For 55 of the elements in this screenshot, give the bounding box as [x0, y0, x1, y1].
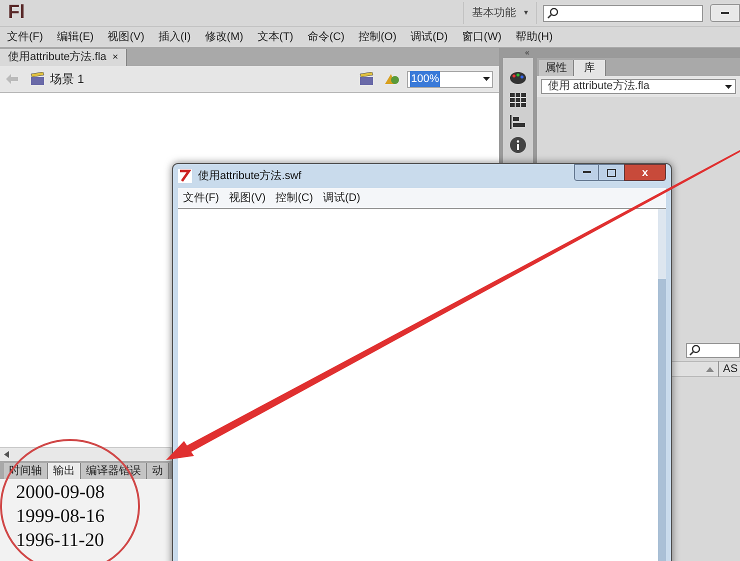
panel-tab[interactable]: 库	[574, 60, 606, 76]
menu-item[interactable]: 修改(M)	[198, 28, 250, 46]
panel-tab[interactable]: 输出	[48, 463, 81, 479]
menu-item[interactable]: 文本(T)	[250, 28, 300, 46]
scroll-left-icon[interactable]	[4, 451, 9, 458]
output-line: 2000-09-08	[16, 481, 106, 505]
menu-item[interactable]: 控制(O)	[352, 28, 404, 46]
close-button[interactable]: x	[624, 164, 666, 181]
window-title: 使用attribute方法.swf	[198, 168, 302, 184]
info-icon[interactable]	[510, 137, 526, 153]
menu-item[interactable]: 调试(D)	[404, 28, 455, 46]
close-icon[interactable]: ×	[112, 50, 118, 65]
library-search-field[interactable]	[686, 342, 740, 358]
zoom-field[interactable]: 100%	[407, 70, 493, 88]
menu-item[interactable]: 调试(D)	[318, 190, 366, 206]
menu-item[interactable]: 帮助(H)	[508, 28, 560, 46]
menu-item[interactable]: 控制(C)	[270, 190, 318, 206]
palette-icon[interactable]	[509, 70, 527, 85]
output-line: 1996-11-20	[16, 529, 105, 553]
panel-tab[interactable]: 属性	[539, 60, 574, 76]
collapse-button[interactable]: «	[525, 49, 530, 57]
minimize-icon	[721, 12, 729, 14]
column-header[interactable]: AS	[718, 360, 740, 378]
grid-icon[interactable]	[510, 93, 526, 107]
menu-item[interactable]: 命令(C)	[300, 28, 352, 46]
menu-item[interactable]: 文件(F)	[0, 28, 50, 46]
minimize-button[interactable]	[574, 164, 599, 181]
maximize-icon	[607, 168, 616, 176]
dropdown-arrow-icon	[483, 77, 490, 81]
dropdown-arrow-icon	[725, 84, 732, 88]
flash-player-icon	[178, 169, 192, 183]
search-field[interactable]	[543, 4, 703, 22]
sort-arrow-icon[interactable]	[706, 366, 714, 372]
symbol-shapes-icon[interactable]	[383, 72, 401, 86]
menu-item[interactable]: 插入(I)	[151, 28, 198, 46]
menu-item[interactable]: 编辑(E)	[50, 28, 101, 46]
menu-item[interactable]: 视图(V)	[100, 28, 152, 46]
clapperboard-icon	[30, 72, 46, 86]
clapperboard-icon	[359, 72, 375, 86]
menu-item[interactable]: 窗口(W)	[454, 28, 508, 46]
output-line: 1999-08-16	[16, 505, 106, 529]
align-icon[interactable]	[510, 115, 526, 129]
panel-tab[interactable]: 动	[147, 463, 169, 479]
scene-label: 场景 1	[50, 71, 84, 88]
maximize-button[interactable]	[599, 164, 624, 181]
minimize-icon	[582, 171, 590, 174]
app-logo: Fl	[8, 0, 25, 25]
menu-item[interactable]: 文件(F)	[178, 190, 224, 206]
library-dropdown[interactable]: 使用 attribute方法.fla	[541, 79, 736, 94]
minimize-button[interactable]	[710, 4, 740, 22]
search-icon	[689, 344, 701, 356]
workspace-dropdown[interactable]: 基本功能 ▾	[463, 2, 537, 24]
search-icon	[547, 7, 559, 19]
document-tab[interactable]: 使用attribute方法.fla ×	[0, 49, 128, 66]
menu-item[interactable]: 视图(V)	[224, 190, 271, 206]
